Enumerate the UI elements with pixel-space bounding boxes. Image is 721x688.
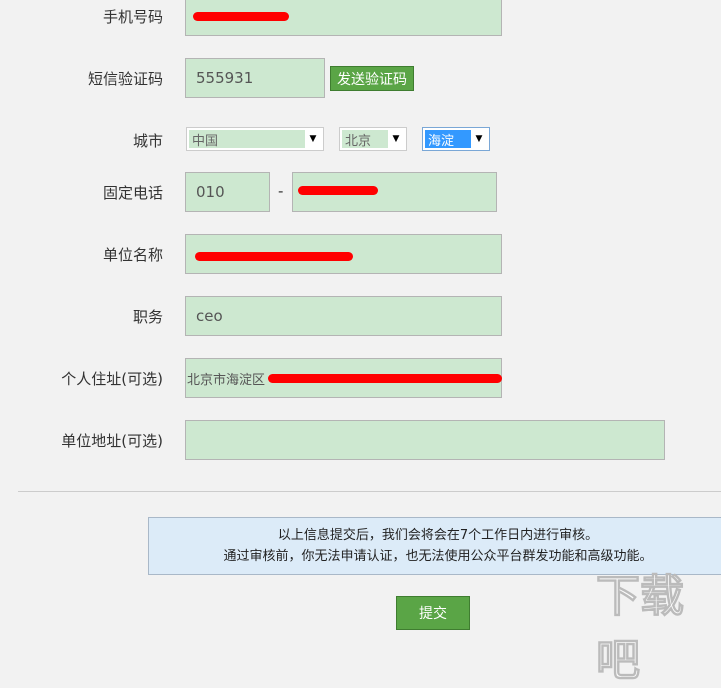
province-value: 北京: [342, 130, 388, 149]
job-title-input[interactable]: ceo: [185, 296, 502, 336]
address-label: 个人住址(可选): [61, 370, 163, 388]
redaction-mark: [193, 12, 289, 21]
watermark-logo: 下载吧: [596, 571, 685, 687]
phone-separator: -: [278, 182, 284, 200]
title-label: 职务: [132, 308, 163, 326]
sms-code-value: 555931: [196, 69, 254, 87]
redaction-mark: [268, 374, 502, 383]
send-code-button[interactable]: 发送验证码: [330, 66, 414, 91]
notice-line: 以上信息提交后，我们会将会在7个工作日内进行审核。: [277, 528, 599, 543]
job-title-value: ceo: [196, 307, 223, 325]
province-select[interactable]: 北京 ▼: [339, 127, 407, 151]
area-code-input[interactable]: 010: [185, 172, 270, 212]
mobile-label: 手机号码: [102, 8, 163, 26]
country-value: 中国: [189, 130, 305, 149]
city-label: 城市: [132, 132, 163, 150]
district-value: 海淀: [425, 130, 471, 149]
sms-code-input[interactable]: 555931: [185, 58, 325, 98]
address-value: 北京市海淀区: [187, 372, 266, 388]
redaction-mark: [298, 186, 378, 195]
chevron-down-icon: ▼: [475, 134, 483, 144]
divider: [18, 491, 721, 492]
company-address-input[interactable]: [185, 420, 665, 460]
redaction-mark: [195, 252, 353, 261]
phone-label: 固定电话: [102, 184, 163, 202]
country-select[interactable]: 中国 ▼: [186, 127, 324, 151]
chevron-down-icon: ▼: [392, 134, 400, 144]
district-select[interactable]: 海淀 ▼: [422, 127, 490, 151]
area-code-value: 010: [196, 183, 225, 201]
company-label: 单位名称: [102, 246, 163, 264]
chevron-down-icon: ▼: [309, 134, 317, 144]
sms-label: 短信验证码: [87, 70, 163, 88]
submit-button[interactable]: 提交: [396, 596, 470, 630]
company-address-label: 单位地址(可选): [61, 432, 163, 450]
